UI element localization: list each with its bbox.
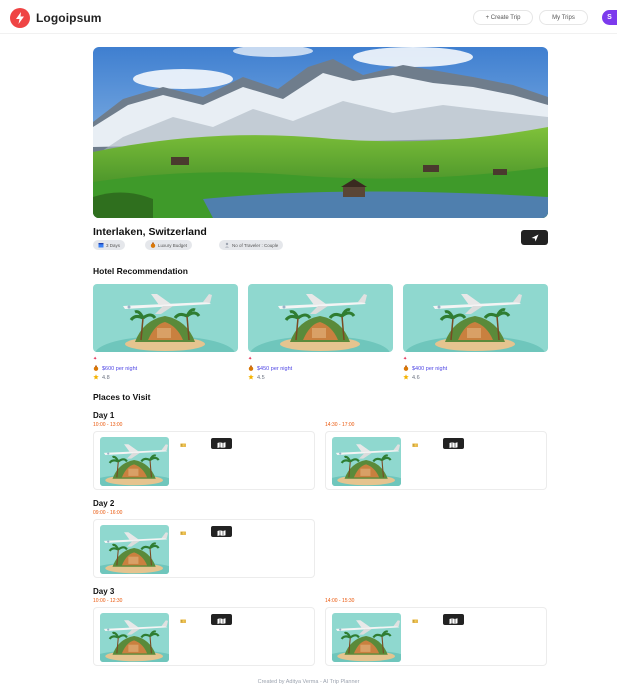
logo[interactable]: Logoipsum [10,8,102,28]
money-bag-icon [150,242,156,249]
place-card[interactable]: 🎫 [325,607,547,666]
place-image [100,613,169,662]
hotel-price: $600 per night [102,365,138,372]
footer-credit: Created by Aditya Verma - AI Trip Planne… [257,679,360,685]
logo-text: Logoipsum [36,11,102,25]
map-icon [449,611,458,629]
hotel-price: $450 per night [257,365,293,372]
map-button[interactable] [443,438,464,449]
hotel-image [248,284,393,352]
map-button[interactable] [211,438,232,449]
send-icon [531,229,539,247]
star-icon [93,373,99,382]
time-slot: 09:00 - 16:00 [93,510,123,516]
place-card[interactable]: 🎫 [93,607,315,666]
star-icon [403,373,409,382]
hotel-card[interactable]: ✦ $400 per night 4.6 [403,284,548,382]
hotel-price: $400 per night [412,365,448,372]
hotel-rating: 4.8 [102,374,110,381]
day-title: Day 3 [93,587,115,596]
hotels-section-title: Hotel Recommendation [93,266,188,276]
budget-chip: Luxury Budget [145,240,193,250]
hotel-image [93,284,238,352]
time-slot: 10:00 - 13:00 [93,422,123,428]
ticket-icon: 🎫 [412,619,419,625]
ticket-icon: 🎫 [180,531,187,537]
money-bag-icon [403,365,409,373]
hotel-image [403,284,548,352]
map-button[interactable] [211,526,232,537]
time-slot: 10:00 - 12:30 [93,598,123,604]
hotel-rating: 4.6 [412,374,420,381]
money-bag-icon [93,365,99,373]
money-bag-icon [248,365,254,373]
destination-hero-image [93,47,548,218]
time-slot: 14:30 - 17:00 [325,422,355,428]
place-image [100,437,169,486]
map-icon [449,435,458,453]
ticket-icon: 🎫 [180,619,187,625]
place-card[interactable]: 🎫 [325,431,547,490]
day-title: Day 2 [93,499,115,508]
create-trip-button[interactable]: + Create Trip [473,10,533,25]
hotel-rating: 4.5 [257,374,265,381]
day-title: Day 1 [93,411,115,420]
places-section-title: Places to Visit [93,392,151,402]
place-image [332,437,401,486]
hotel-card[interactable]: ✦ $450 per night 4.5 [248,284,393,382]
calendar-icon [98,242,104,249]
destination-title: Interlaken, Switzerland [93,226,207,238]
time-slot: 14:00 - 15:30 [325,598,355,604]
my-trips-button[interactable]: My Trips [539,10,588,25]
avatar[interactable]: S [602,10,617,25]
map-icon [217,523,226,541]
ticket-icon: 🎫 [412,443,419,449]
map-button[interactable] [211,614,232,625]
pin-icon: ✦ [403,356,408,362]
top-nav: Logoipsum + Create Trip My Trips S [0,0,617,34]
days-chip: 3 Days [93,240,126,250]
pin-icon: ✦ [93,356,98,362]
map-button[interactable] [443,614,464,625]
place-image [332,613,401,662]
place-image [100,525,169,574]
star-icon [248,373,254,382]
place-card[interactable]: 🎫 [93,431,315,490]
pin-icon: ✦ [248,356,253,362]
place-card[interactable]: 🎫 [93,519,315,578]
share-button[interactable] [521,230,548,245]
travelers-icon [224,242,230,249]
ticket-icon: 🎫 [180,443,187,449]
logo-bolt-icon [10,8,30,28]
travelers-chip: No of Traveler : Couple [219,240,284,250]
map-icon [217,435,226,453]
map-icon [217,611,226,629]
hotel-card[interactable]: ✦ $600 per night 4.8 [93,284,238,382]
